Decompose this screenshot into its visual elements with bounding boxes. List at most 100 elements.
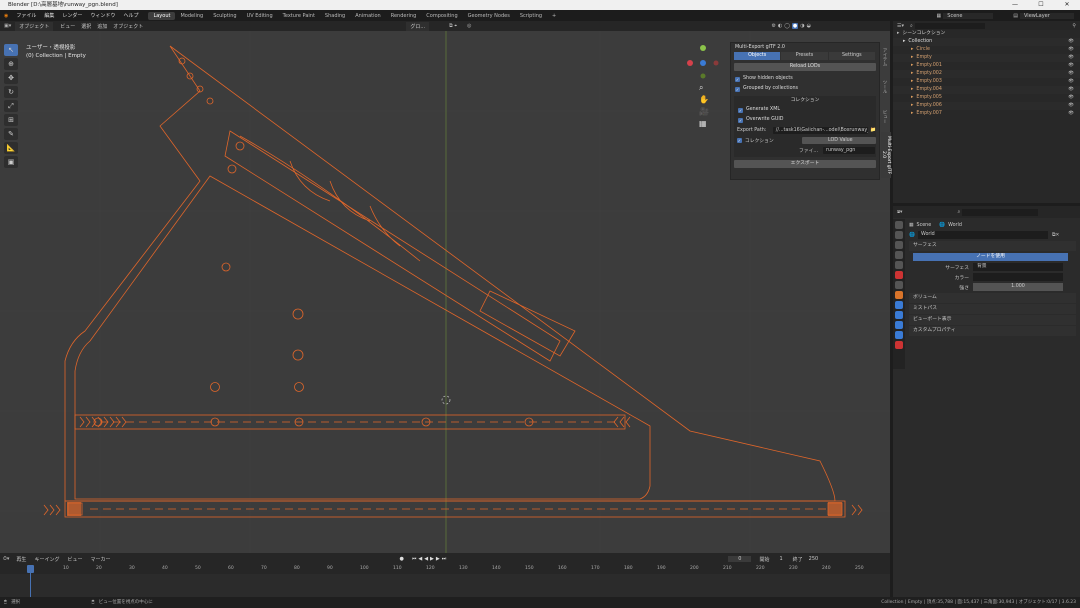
tab-view[interactable]: ビュー bbox=[881, 102, 887, 132]
outliner-item[interactable]: ▸ Empty.001 👁 bbox=[893, 62, 1080, 70]
minimize-button[interactable]: — bbox=[1002, 0, 1028, 10]
tab-presets[interactable]: Presets bbox=[781, 52, 828, 60]
tab-animation[interactable]: Animation bbox=[350, 12, 386, 20]
world-name-field[interactable]: World bbox=[917, 231, 1048, 239]
collection-tab-icon[interactable] bbox=[895, 281, 903, 289]
measure-icon[interactable]: 📐 bbox=[4, 142, 18, 154]
tab-multi-export[interactable]: Multi-Export glTF 2.0 bbox=[881, 132, 891, 178]
outliner-item[interactable]: ▸ Empty.003 👁 bbox=[893, 78, 1080, 86]
menu-window[interactable]: ウィンドウ bbox=[86, 12, 119, 19]
end-frame-field[interactable]: 250 bbox=[809, 556, 819, 562]
tab-scripting[interactable]: Scripting bbox=[515, 12, 547, 20]
outliner-editor-icon[interactable]: ☰▾ bbox=[897, 23, 904, 29]
grouped-checkbox[interactable]: ✓ Grouped by collections bbox=[731, 84, 879, 94]
rotate-icon[interactable]: ↻ bbox=[4, 86, 18, 98]
tab-compositing[interactable]: Compositing bbox=[421, 12, 462, 20]
tab-item[interactable]: アイテム bbox=[881, 42, 887, 72]
filter-icon[interactable]: ⚲ bbox=[1072, 23, 1076, 29]
constraints-tab-icon[interactable] bbox=[895, 331, 903, 339]
export-path-input[interactable]: //...task16\Gaiichan-...odel\Boxrunway_p… bbox=[772, 126, 869, 134]
custom-properties-section[interactable]: カスタムプロパティ bbox=[909, 326, 1076, 336]
tab-settings[interactable]: Settings bbox=[828, 52, 875, 60]
outliner-item[interactable]: ▸ Circle 👁 bbox=[893, 46, 1080, 54]
tab-geometry-nodes[interactable]: Geometry Nodes bbox=[463, 12, 515, 20]
data-tab-icon[interactable] bbox=[895, 341, 903, 349]
add-workspace-button[interactable]: + bbox=[547, 12, 561, 20]
close-button[interactable]: ✕ bbox=[1054, 0, 1080, 10]
menu-help[interactable]: ヘルプ bbox=[119, 12, 142, 19]
tool-tab-icon[interactable] bbox=[895, 221, 903, 229]
viewlayer-selector[interactable]: ViewLayer bbox=[1020, 12, 1074, 19]
menu-edit[interactable]: 編集 bbox=[40, 12, 58, 19]
tab-uv-editing[interactable]: UV Editing bbox=[242, 12, 278, 20]
collection-subpanel-title[interactable]: コレクション bbox=[734, 96, 876, 105]
visibility-eye-icon[interactable]: 👁 bbox=[1068, 46, 1074, 54]
checkbox-icon[interactable]: ✓ bbox=[737, 137, 742, 143]
select-box-icon[interactable]: ↖ bbox=[4, 44, 18, 56]
current-frame-field[interactable]: 0 bbox=[728, 556, 752, 562]
scale-icon[interactable]: ⤢ bbox=[4, 100, 18, 112]
surface-type-field[interactable]: 背景 bbox=[973, 263, 1063, 271]
shading-solid-icon[interactable]: ● bbox=[791, 23, 799, 29]
folder-icon[interactable]: 📁 bbox=[870, 128, 876, 133]
tab-rendering[interactable]: Rendering bbox=[386, 12, 422, 20]
lod-value-field[interactable]: LOD Value bbox=[801, 136, 876, 144]
visibility-eye-icon[interactable]: 👁 bbox=[1068, 54, 1074, 62]
snap-icon[interactable]: ⧉ ⌖ bbox=[449, 23, 457, 29]
tab-modeling[interactable]: Modeling bbox=[175, 12, 208, 20]
visibility-eye-icon[interactable]: 👁 bbox=[1068, 62, 1074, 70]
surface-section[interactable]: サーフェス bbox=[909, 241, 1076, 251]
visibility-eye-icon[interactable]: 👁 bbox=[1068, 86, 1074, 94]
cursor-icon[interactable]: ⊕ bbox=[4, 58, 18, 70]
playback-controls[interactable]: ⏮◀◀▶▶⏭ bbox=[412, 556, 448, 562]
navigation-gizmo[interactable]: ⌕ ✋ 🎥 ▦ bbox=[684, 42, 720, 132]
timeline-area[interactable]: 0102030405060708090100110120130140150160… bbox=[0, 565, 890, 597]
view-layer-tab-icon[interactable] bbox=[895, 251, 903, 259]
editor-type-icon[interactable]: ▣▾ bbox=[0, 23, 15, 29]
modifier-tab-icon[interactable] bbox=[895, 301, 903, 309]
visibility-eye-icon[interactable]: 👁 bbox=[1068, 70, 1074, 78]
visibility-icon[interactable]: ⚙ bbox=[771, 23, 775, 29]
color-swatch[interactable] bbox=[973, 273, 1063, 281]
use-nodes-button[interactable]: ノードを使用 bbox=[913, 253, 1068, 261]
playhead[interactable] bbox=[27, 565, 34, 597]
menu-object[interactable]: オブジェクト bbox=[110, 23, 146, 30]
shading-material-icon[interactable]: ◑ bbox=[800, 23, 804, 29]
properties-search-input[interactable] bbox=[962, 208, 1039, 216]
record-icon[interactable]: ● bbox=[399, 556, 403, 562]
tab-layout[interactable]: Layout bbox=[148, 11, 176, 20]
shading-render-icon[interactable]: ◒ bbox=[807, 23, 811, 29]
add-cube-icon[interactable]: ▣ bbox=[4, 156, 18, 168]
menu-select[interactable]: 選択 bbox=[78, 23, 94, 30]
menu-marker[interactable]: マーカー bbox=[86, 556, 114, 563]
annotate-icon[interactable]: ✎ bbox=[4, 128, 18, 140]
world-actions-icon[interactable]: ⧉✕ bbox=[1052, 232, 1059, 238]
viewport-display-section[interactable]: ビューポート表示 bbox=[909, 315, 1076, 325]
start-frame-field[interactable]: 1 bbox=[779, 556, 782, 562]
outliner-item[interactable]: ▸ Empty.004 👁 bbox=[893, 86, 1080, 94]
physics-tab-icon[interactable] bbox=[895, 321, 903, 329]
outliner-scene-collection[interactable]: ▸ シーンコレクション bbox=[893, 30, 1080, 38]
menu-render[interactable]: レンダー bbox=[58, 12, 86, 19]
world-tab-icon[interactable] bbox=[895, 271, 903, 279]
outliner-item[interactable]: ▸ Empty 👁 bbox=[893, 54, 1080, 62]
strength-field[interactable]: 1.000 bbox=[973, 283, 1063, 291]
visibility-eye-icon[interactable]: 👁 bbox=[1068, 102, 1074, 110]
scene-tab-icon[interactable] bbox=[895, 261, 903, 269]
mode-selector[interactable]: オブジェクト bbox=[15, 21, 54, 31]
render-tab-icon[interactable] bbox=[895, 231, 903, 239]
visibility-eye-icon[interactable]: 👁 bbox=[1068, 38, 1074, 46]
proportional-edit-icon[interactable]: ◎ bbox=[467, 23, 471, 29]
particles-tab-icon[interactable] bbox=[895, 311, 903, 319]
blender-logo-icon[interactable]: ◉ bbox=[0, 13, 12, 19]
object-tab-icon[interactable] bbox=[895, 291, 903, 299]
mist-section[interactable]: ミストパス bbox=[909, 304, 1076, 314]
menu-file[interactable]: ファイル bbox=[12, 12, 40, 19]
maximize-button[interactable]: ☐ bbox=[1028, 0, 1054, 10]
scene-selector[interactable]: Scene bbox=[943, 12, 994, 19]
generate-xml-checkbox[interactable]: ✓ Generate XML bbox=[734, 105, 876, 115]
move-icon[interactable]: ✥ bbox=[4, 72, 18, 84]
outliner-item[interactable]: ▸ Empty.006 👁 bbox=[893, 102, 1080, 110]
outliner-item[interactable]: ▸ Empty.005 👁 bbox=[893, 94, 1080, 102]
menu-add[interactable]: 追加 bbox=[94, 23, 110, 30]
